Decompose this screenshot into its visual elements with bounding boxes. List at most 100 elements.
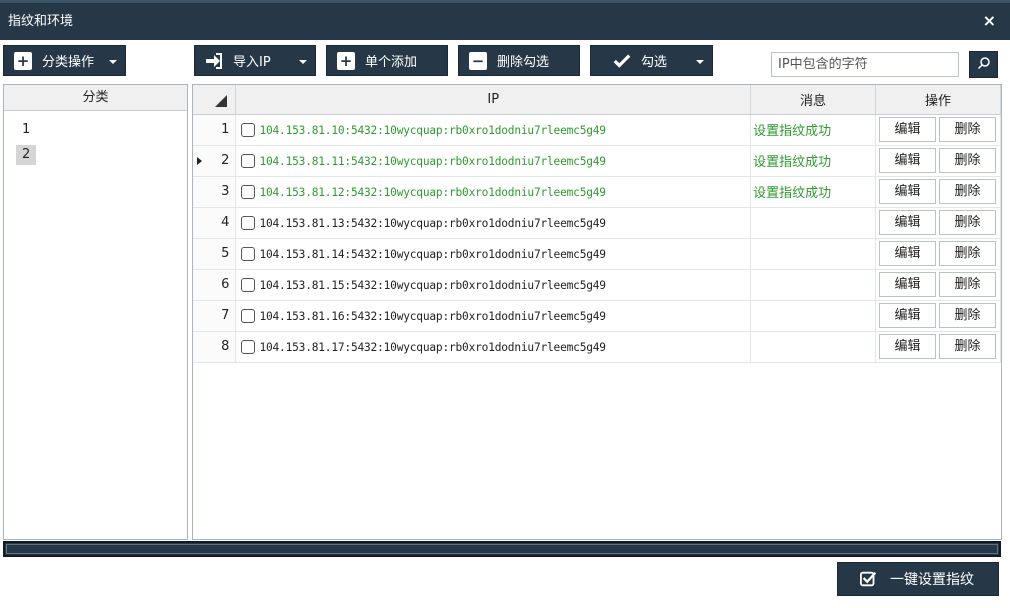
actions-cell: 编辑 删除 (875, 238, 1001, 270)
row-number-label: 1 (221, 122, 230, 137)
row-number-label: 2 (221, 153, 230, 168)
table-header-row: IP 消息 操作 (193, 85, 1001, 115)
search-input[interactable] (771, 52, 959, 77)
edit-button[interactable]: 编辑 (878, 179, 936, 204)
close-icon[interactable]: × (983, 11, 996, 30)
row-number: 8 (193, 331, 237, 363)
check-button[interactable]: 勾选 (590, 45, 713, 76)
table-row[interactable]: 3 104.153.81.12:5432:10wycquap:rb0xro1dod… (193, 176, 1001, 208)
row-checkbox[interactable] (241, 277, 256, 292)
table-row[interactable]: 2 104.153.81.11:5432:10wycquap:rb0xro1dod… (193, 145, 1001, 177)
row-number-label: 3 (221, 184, 230, 199)
message-cell: 设置指纹成功 (750, 145, 876, 177)
search-icon (977, 56, 991, 74)
ip-cell: 104.153.81.16:5432:10wycquap:rb0xro1dodn… (235, 300, 752, 332)
actions-cell: 编辑 删除 (875, 331, 1001, 363)
message-cell: 设置指纹成功 (750, 114, 876, 146)
actions-cell: 编辑 删除 (875, 176, 1001, 208)
edit-button[interactable]: 编辑 (878, 210, 936, 235)
delete-button[interactable]: 删除 (938, 303, 996, 328)
category-item[interactable]: 1 (16, 120, 36, 140)
row-checkbox[interactable] (241, 339, 256, 354)
add-single-button[interactable]: + 单个添加 (326, 45, 448, 76)
row-number: 5 (193, 238, 237, 270)
ip-cell: 104.153.81.17:5432:10wycquap:rb0xro1dodn… (235, 331, 752, 363)
ip-value: 104.153.81.11:5432:10wycquap:rb0xro1dodn… (259, 154, 606, 168)
delete-button[interactable]: 删除 (938, 334, 996, 359)
chevron-down-icon (696, 60, 704, 64)
chevron-down-icon (299, 60, 307, 64)
row-checkbox[interactable] (241, 122, 256, 137)
actions-cell: 编辑 删除 (875, 300, 1001, 332)
progress-bar-inner (6, 544, 998, 554)
ip-value: 104.153.81.15:5432:10wycquap:rb0xro1dodn… (259, 278, 606, 292)
row-number-label: 7 (221, 308, 230, 323)
delete-button[interactable]: 删除 (938, 179, 996, 204)
delete-button[interactable]: 删除 (938, 241, 996, 266)
message-cell: 设置指纹成功 (750, 176, 876, 208)
window-title: 指纹和环境 (8, 14, 74, 29)
checked-box-icon (860, 570, 878, 588)
category-item-selected[interactable]: 2 (16, 145, 37, 165)
row-number-label: 4 (221, 215, 230, 230)
row-checkbox[interactable] (241, 308, 256, 323)
ip-table: IP 消息 操作 1 104.153.81.10:5432:10wycquap:r… (193, 85, 1001, 363)
row-number: 7 (193, 300, 237, 332)
actions-cell: 编辑 删除 (875, 114, 1001, 146)
table-row[interactable]: 4 104.153.81.13:5432:10wycquap:rb0xro1dod… (193, 207, 1001, 239)
search-button[interactable] (969, 51, 998, 78)
row-checkbox[interactable] (241, 184, 256, 199)
title-bar-top-strip (0, 0, 1010, 3)
edit-button[interactable]: 编辑 (878, 334, 936, 359)
row-checkbox[interactable] (241, 153, 256, 168)
edit-button[interactable]: 编辑 (878, 148, 936, 173)
actions-cell: 编辑 删除 (875, 207, 1001, 239)
ip-grid: IP 消息 操作 1 104.153.81.10:5432:10wycquap:r… (192, 84, 1002, 540)
actions-column-header: 操作 (875, 85, 1001, 115)
category-ops-label: 分类操作 (42, 55, 95, 70)
ip-column-header: IP (235, 85, 752, 115)
ip-cell: 104.153.81.11:5432:10wycquap:rb0xro1dodn… (235, 145, 752, 177)
table-row[interactable]: 1 104.153.81.10:5432:10wycquap:rb0xro1dod… (193, 114, 1001, 146)
table-row[interactable]: 6 104.153.81.15:5432:10wycquap:rb0xro1dod… (193, 269, 1001, 301)
ip-value: 104.153.81.17:5432:10wycquap:rb0xro1dodn… (259, 340, 606, 354)
category-panel: 分类 1 2 (3, 84, 188, 540)
row-number: 6 (193, 269, 237, 301)
edit-button[interactable]: 编辑 (878, 303, 936, 328)
actions-cell: 编辑 删除 (875, 269, 1001, 301)
select-all-corner[interactable] (193, 85, 237, 115)
table-row[interactable]: 5 104.153.81.14:5432:10wycquap:rb0xro1dod… (193, 238, 1001, 270)
title-bar: 指纹和环境 × (0, 0, 1010, 40)
edit-button[interactable]: 编辑 (878, 241, 936, 266)
row-checkbox[interactable] (241, 246, 256, 261)
row-number: 4 (193, 207, 237, 239)
ip-value: 104.153.81.12:5432:10wycquap:rb0xro1dodn… (259, 185, 606, 199)
import-ip-label: 导入IP (233, 55, 271, 70)
table-row[interactable]: 8 104.153.81.17:5432:10wycquap:rb0xro1dod… (193, 331, 1001, 363)
message-cell (750, 238, 876, 270)
category-ops-button[interactable]: + 分类操作 (3, 45, 126, 76)
ip-cell: 104.153.81.13:5432:10wycquap:rb0xro1dodn… (235, 207, 752, 239)
delete-checked-button[interactable]: − 删除勾选 (458, 45, 580, 76)
delete-button[interactable]: 删除 (938, 272, 996, 297)
table-row[interactable]: 7 104.153.81.16:5432:10wycquap:rb0xro1dod… (193, 300, 1001, 332)
row-number-label: 5 (221, 246, 230, 261)
row-number: 3 (193, 176, 237, 208)
ip-cell: 104.153.81.10:5432:10wycquap:rb0xro1dodn… (235, 114, 752, 146)
delete-button[interactable]: 删除 (938, 210, 996, 235)
delete-button[interactable]: 删除 (938, 117, 996, 142)
set-fingerprint-button[interactable]: 一键设置指纹 (837, 562, 999, 596)
current-row-arrow-icon (197, 156, 202, 165)
ip-value: 104.153.81.14:5432:10wycquap:rb0xro1dodn… (259, 247, 606, 261)
ip-value: 104.153.81.10:5432:10wycquap:rb0xro1dodn… (259, 123, 606, 137)
row-checkbox[interactable] (241, 215, 256, 230)
edit-button[interactable]: 编辑 (878, 117, 936, 142)
minus-icon: − (469, 51, 487, 70)
message-cell (750, 300, 876, 332)
sign-in-icon (205, 52, 223, 70)
message-cell (750, 207, 876, 239)
edit-button[interactable]: 编辑 (878, 272, 936, 297)
delete-button[interactable]: 删除 (938, 148, 996, 173)
row-number-label: 6 (221, 277, 230, 292)
import-ip-button[interactable]: 导入IP (194, 45, 316, 76)
